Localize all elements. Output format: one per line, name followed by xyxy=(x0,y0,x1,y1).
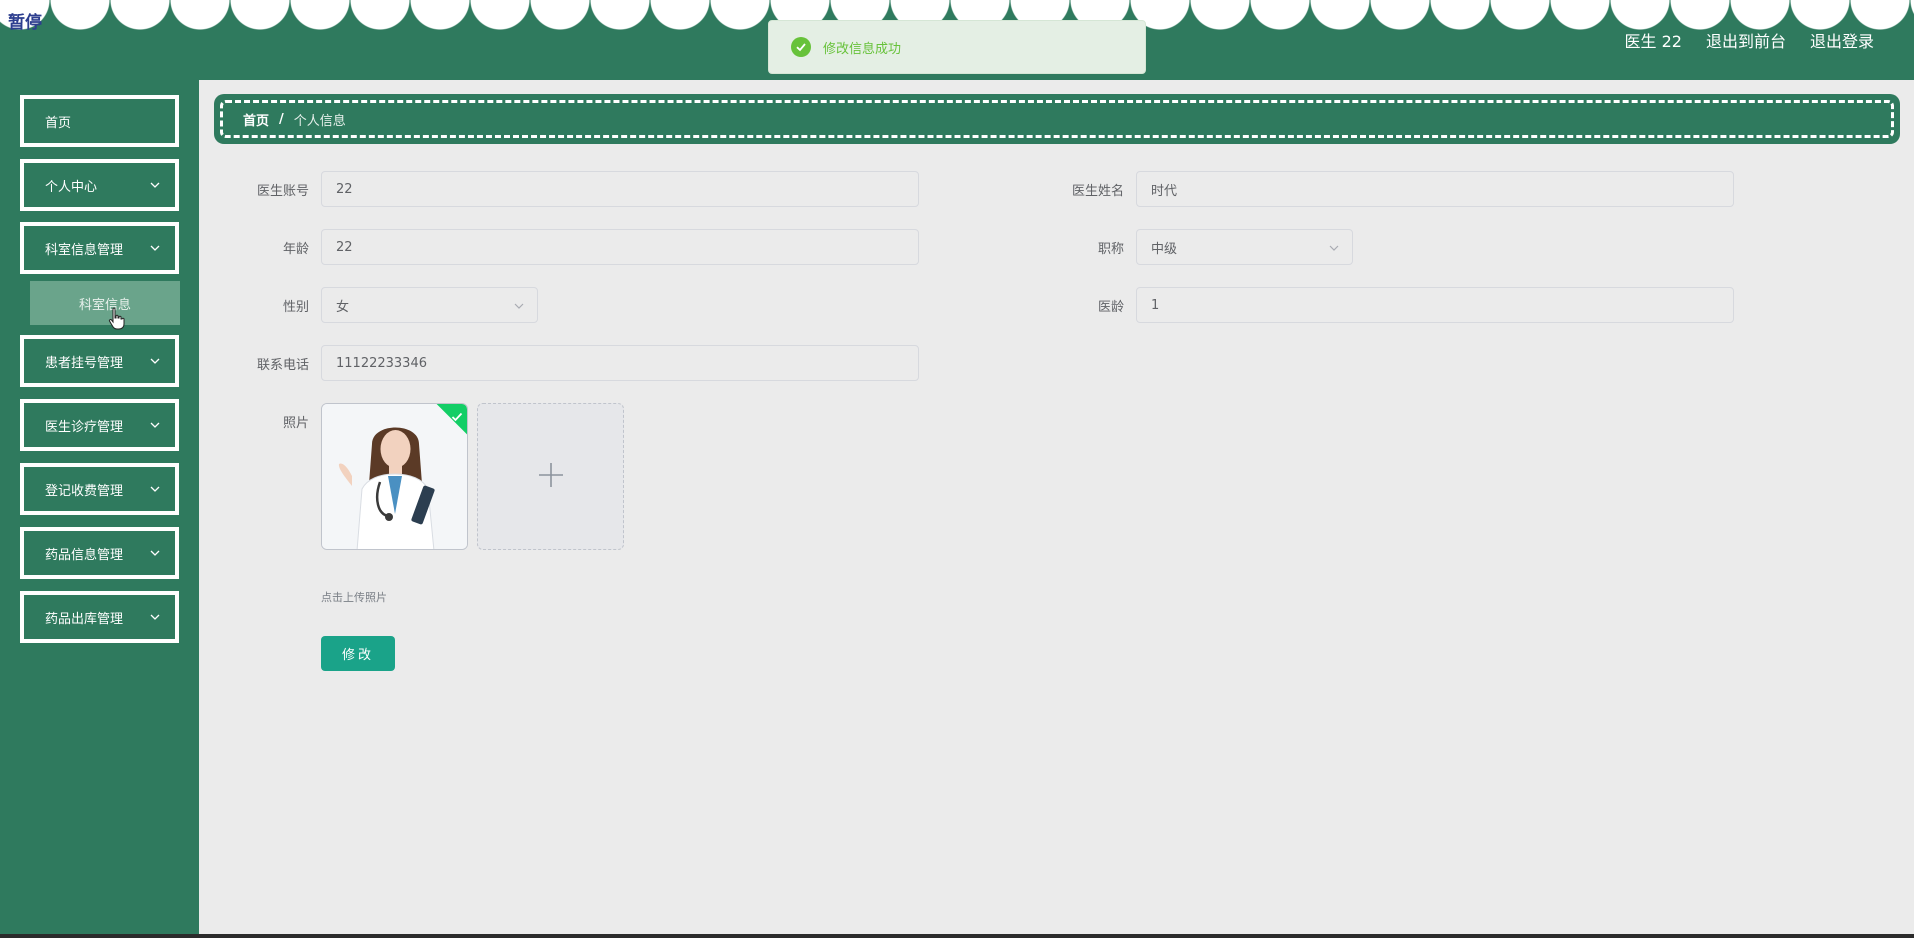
breadcrumb-current: 个人信息 xyxy=(293,113,346,129)
sidebar-item-billing[interactable]: 登记收费管理 xyxy=(20,463,179,515)
photo-upload-hint: 点击上传照片 xyxy=(321,591,387,604)
sidebar-item-label: 药品信息管理 xyxy=(45,547,124,563)
uploaded-photo[interactable] xyxy=(321,403,468,550)
title-select-value: 中级 xyxy=(1151,241,1178,257)
bottom-bar xyxy=(0,934,1914,938)
chevron-down-icon xyxy=(149,355,161,371)
sidebar-item-label: 个人中心 xyxy=(45,179,98,195)
sidebar-item-registration[interactable]: 患者挂号管理 xyxy=(20,335,179,387)
gender-label: 性别 xyxy=(282,300,309,315)
chevron-down-icon xyxy=(149,483,161,499)
sidebar-item-medicine-outbound[interactable]: 药品出库管理 xyxy=(20,591,179,643)
hand-pointer-icon xyxy=(108,307,126,335)
breadcrumb-home[interactable]: 首页 xyxy=(243,110,269,129)
name-input[interactable]: 时代 xyxy=(1136,171,1734,207)
sidebar-item-diagnosis[interactable]: 医生诊疗管理 xyxy=(20,399,179,451)
breadcrumb-inner: 首页 / 个人信息 xyxy=(220,100,1894,138)
sidebar-item-personal-center[interactable]: 个人中心 xyxy=(20,159,179,211)
sidebar-item-label: 首页 xyxy=(45,115,72,131)
breadcrumb: 首页 / 个人信息 xyxy=(214,94,1900,144)
title-select[interactable]: 中级 xyxy=(1136,229,1353,265)
chevron-down-icon xyxy=(149,611,161,627)
check-icon xyxy=(451,408,463,427)
chevron-down-icon xyxy=(149,242,161,258)
upload-add-button[interactable] xyxy=(477,403,624,550)
logout-link[interactable]: 退出登录 xyxy=(1810,28,1874,52)
years-label: 医龄 xyxy=(1097,300,1124,315)
chevron-down-icon xyxy=(1328,242,1340,258)
years-input[interactable]: 1 xyxy=(1136,287,1734,323)
age-input[interactable]: 22 xyxy=(321,229,919,265)
sidebar-item-label: 科室信息管理 xyxy=(45,242,124,258)
toast-message: 修改信息成功 xyxy=(823,41,902,57)
current-user: 医生 22 xyxy=(1624,32,1682,51)
photo-label: 照片 xyxy=(282,416,309,431)
sidebar-item-label: 医生诊疗管理 xyxy=(45,419,124,435)
sidebar-item-label: 登记收费管理 xyxy=(45,483,124,499)
header-links: 医生 22 退出到前台 退出登录 xyxy=(1625,28,1874,52)
title-label: 职称 xyxy=(1097,242,1124,257)
gender-select[interactable]: 女 xyxy=(321,287,538,323)
plus-icon xyxy=(537,461,565,493)
name-label: 医生姓名 xyxy=(1071,184,1124,199)
success-check-icon xyxy=(791,37,811,57)
sidebar-item-medicine-info[interactable]: 药品信息管理 xyxy=(20,527,179,579)
chevron-down-icon xyxy=(149,419,161,435)
chevron-down-icon xyxy=(513,300,525,316)
submit-button[interactable]: 修改 xyxy=(321,636,395,671)
sidebar-item-department[interactable]: 科室信息管理 xyxy=(20,222,179,274)
age-label: 年龄 xyxy=(282,242,309,257)
doctor-photo-illustration xyxy=(322,404,467,549)
chevron-down-icon xyxy=(149,547,161,563)
breadcrumb-separator: / xyxy=(279,111,284,127)
sidebar-item-label: 患者挂号管理 xyxy=(45,355,124,371)
account-label: 医生账号 xyxy=(256,184,309,199)
gender-select-value: 女 xyxy=(336,299,350,315)
phone-input[interactable]: 11122233346 xyxy=(321,345,919,381)
brand-title: 暂停 xyxy=(8,13,42,33)
chevron-down-icon xyxy=(149,179,161,195)
success-toast: 修改信息成功 xyxy=(768,20,1146,74)
sidebar-item-label: 药品出库管理 xyxy=(45,611,124,627)
sidebar-subitem-department-info[interactable]: 科室信息 xyxy=(30,281,180,325)
account-input[interactable]: 22 xyxy=(321,171,919,207)
phone-label: 联系电话 xyxy=(256,358,309,373)
to-front-link[interactable]: 退出到前台 xyxy=(1706,28,1786,52)
sidebar-item-home[interactable]: 首页 xyxy=(20,95,179,147)
